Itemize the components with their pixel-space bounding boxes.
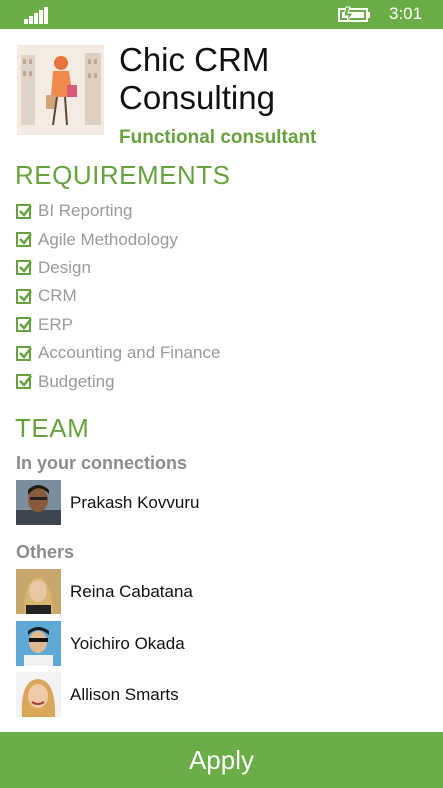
checkbox-checked-icon[interactable] (16, 288, 32, 304)
avatar (16, 480, 61, 525)
signal-strength-icon (24, 6, 50, 24)
member-name: Prakash Kovvuru (70, 492, 200, 512)
connections-subheading: In your connections (16, 453, 188, 473)
avatar (16, 672, 61, 717)
requirement-item[interactable]: BI Reporting (16, 197, 416, 225)
requirement-item[interactable]: Agile Methodology (16, 225, 416, 253)
others-subheading: Others (16, 542, 75, 562)
company-logo (17, 45, 104, 135)
clock: 3:01 (389, 4, 423, 23)
requirement-label: Agile Methodology (38, 229, 178, 249)
team-member[interactable]: Prakash Kovvuru (16, 480, 416, 525)
requirement-item[interactable]: Budgeting (16, 367, 416, 395)
job-role: Functional consultant (119, 127, 317, 148)
battery-charging-icon (338, 6, 372, 23)
team-heading: TEAM (15, 413, 90, 443)
requirement-label: ERP (38, 314, 73, 334)
requirement-item[interactable]: Accounting and Finance (16, 339, 416, 367)
member-name: Reina Cabatana (70, 581, 193, 601)
team-member[interactable]: Yoichiro Okada (16, 621, 416, 666)
requirement-item[interactable]: Design (16, 254, 416, 282)
checkbox-checked-icon[interactable] (16, 232, 32, 248)
avatar (16, 569, 61, 614)
member-name: Yoichiro Okada (70, 633, 185, 653)
requirement-label: CRM (38, 286, 77, 306)
status-bar: 3:01 (0, 0, 443, 29)
company-name: Chic CRM Consulting (119, 41, 275, 116)
team-member[interactable]: Allison Smarts (16, 672, 416, 717)
team-member[interactable]: Reina Cabatana (16, 569, 416, 614)
member-name: Allison Smarts (70, 684, 179, 704)
checkbox-checked-icon[interactable] (16, 374, 32, 390)
requirement-label: Design (38, 257, 91, 277)
apply-button[interactable]: Apply (0, 732, 443, 788)
checkbox-checked-icon[interactable] (16, 260, 32, 276)
requirements-heading: REQUIREMENTS (15, 160, 231, 190)
checkbox-checked-icon[interactable] (16, 203, 32, 219)
requirement-item[interactable]: CRM (16, 282, 416, 310)
avatar (16, 621, 61, 666)
requirement-label: BI Reporting (38, 201, 133, 221)
checkbox-checked-icon[interactable] (16, 345, 32, 361)
checkbox-checked-icon[interactable] (16, 317, 32, 333)
requirement-label: Budgeting (38, 371, 115, 391)
requirement-item[interactable]: ERP (16, 311, 416, 339)
requirement-label: Accounting and Finance (38, 343, 221, 363)
requirements-list: BI Reporting Agile Methodology Design CR… (16, 197, 416, 396)
